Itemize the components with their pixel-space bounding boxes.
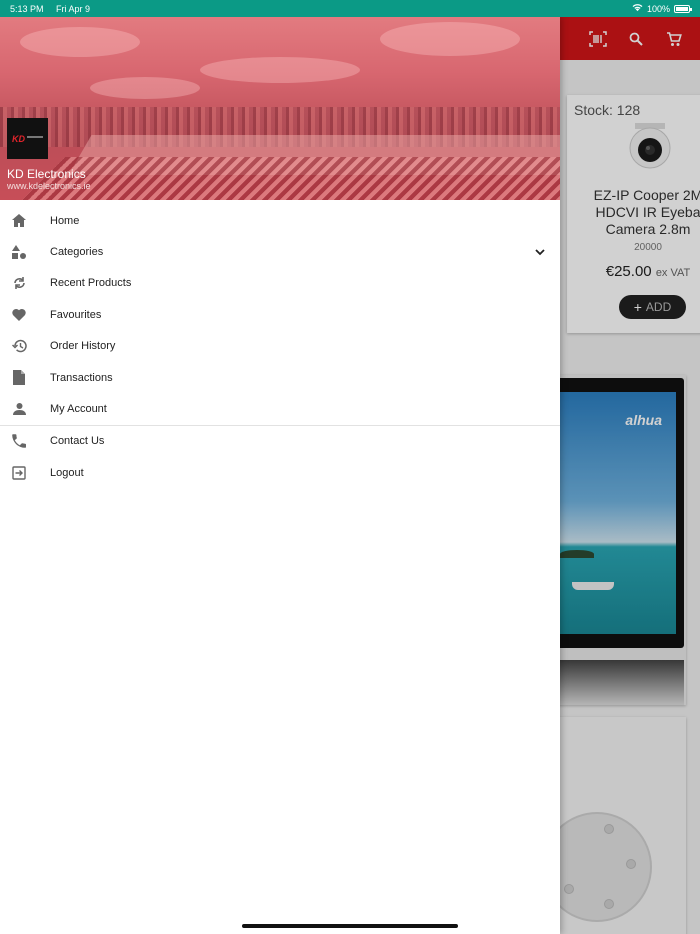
home-indicator[interactable] — [242, 924, 458, 928]
status-bar: 5:13 PM Fri Apr 9 100% — [0, 0, 700, 17]
battery-icon — [674, 4, 692, 13]
status-date: Fri Apr 9 — [56, 3, 91, 14]
menu-item-label: My Account — [50, 403, 107, 416]
home-icon — [11, 213, 27, 229]
history-icon — [11, 338, 27, 354]
drawer-menu: Home Categories Recent Products Favourit… — [0, 205, 560, 489]
menu-item-label: Order History — [50, 340, 116, 353]
menu-item-label: Favourites — [50, 308, 102, 321]
menu-item-my-account[interactable]: My Account — [0, 393, 560, 424]
menu-item-label: Transactions — [50, 371, 113, 384]
menu-item-logout[interactable]: Logout — [0, 457, 560, 488]
menu-item-favourites[interactable]: Favourites — [0, 299, 560, 330]
document-icon — [11, 370, 27, 386]
heart-icon — [11, 307, 27, 323]
menu-item-label: Contact Us — [50, 435, 105, 448]
shapes-icon — [11, 244, 27, 260]
company-website: www.kdelectronics.ie — [7, 181, 91, 191]
status-time: 5:13 PM — [10, 3, 44, 14]
menu-item-label: Categories — [50, 246, 104, 259]
battery-percent: 100% — [646, 3, 670, 14]
menu-item-contact-us[interactable]: Contact Us — [0, 426, 560, 457]
company-name: KD Electronics — [7, 167, 86, 181]
wifi-icon — [632, 3, 643, 14]
chevron-down-icon[interactable] — [533, 245, 547, 259]
person-icon — [11, 401, 27, 417]
navigation-drawer: KD KD Electronics www.kdelectronics.ie H… — [0, 17, 560, 934]
refresh-icon — [11, 275, 27, 291]
drawer-header: KD KD Electronics www.kdelectronics.ie — [0, 17, 560, 200]
menu-item-label: Recent Products — [50, 277, 132, 290]
company-logo: KD — [7, 118, 48, 159]
logout-icon — [11, 465, 27, 481]
phone-icon — [11, 433, 27, 449]
menu-item-label: Home — [50, 214, 80, 227]
menu-item-label: Logout — [50, 466, 84, 479]
menu-item-transactions[interactable]: Transactions — [0, 362, 560, 393]
menu-item-home[interactable]: Home — [0, 205, 560, 236]
menu-item-recent-products[interactable]: Recent Products — [0, 268, 560, 299]
menu-item-order-history[interactable]: Order History — [0, 331, 560, 362]
menu-item-categories[interactable]: Categories — [0, 236, 560, 267]
